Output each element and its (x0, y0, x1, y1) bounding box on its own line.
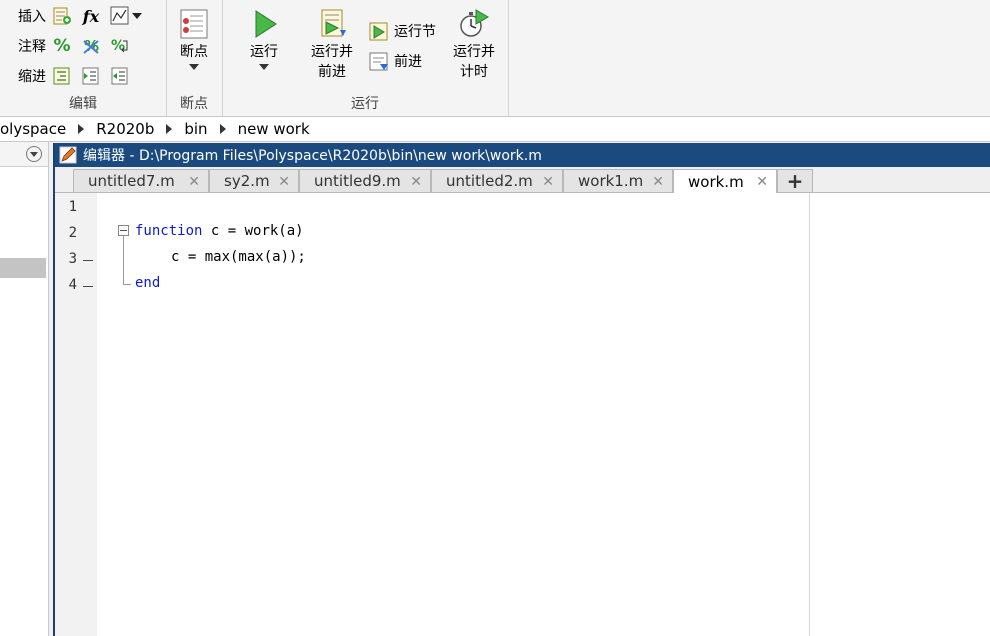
indent-button[interactable]: 缩进 (18, 66, 52, 86)
tab-label: work1.m (578, 172, 644, 190)
toolstrip-ribbon: 插入 fx 注释 % % % 缩进 (0, 0, 990, 117)
run-dropdown-icon[interactable] (259, 64, 269, 70)
tab-label: untitled2.m (446, 172, 533, 190)
wrap-comments-icon[interactable]: % (110, 36, 130, 56)
current-folder-panel (0, 142, 49, 636)
line-number[interactable]: 3 (55, 251, 77, 267)
tab-label: work.m (688, 172, 744, 191)
run-group: 运行 运行并 前进 运行节 前进 运行并 计时 运行 (222, 0, 509, 116)
breadcrumb-segment-r2020b[interactable]: R2020b (96, 120, 154, 138)
breadcrumb-segment-bin[interactable]: bin (184, 120, 207, 138)
editor-tab-bar: untitled7.m ✕ sy2.m ✕ untitled9.m ✕ unti… (55, 167, 990, 193)
advance-label: 前进 (394, 54, 422, 70)
insert-row: 插入 fx (18, 3, 142, 29)
tab-sy2[interactable]: sy2.m ✕ (209, 169, 299, 192)
keyword-function: function (135, 223, 203, 239)
line-number-gutter: 1 2 3 4 (55, 193, 97, 636)
editor-title: 编辑器 - D:\Program Files\Polyspace\R2020b\… (83, 148, 542, 164)
line-number[interactable]: 1 (55, 199, 77, 215)
comment-row: 注释 % % % (18, 33, 139, 59)
run-play-icon (255, 10, 277, 38)
close-tab-icon[interactable]: ✕ (410, 174, 422, 190)
comment-button[interactable]: 注释 (18, 36, 52, 56)
advance-button[interactable]: 前进 (368, 50, 422, 72)
advance-icon (369, 52, 388, 71)
uncomment-icon[interactable]: % (81, 36, 101, 56)
close-tab-icon[interactable]: ✕ (542, 174, 554, 190)
increase-indent-icon[interactable] (81, 66, 101, 86)
run-and-advance-button[interactable]: 运行并 前进 (306, 8, 358, 82)
tab-label: untitled9.m (314, 172, 401, 190)
breadcrumb-separator-icon[interactable] (166, 124, 173, 134)
tab-work-active[interactable]: work.m ✕ (673, 169, 777, 193)
tab-label: sy2.m (224, 172, 270, 190)
breadcrumb-separator-icon[interactable] (78, 124, 85, 134)
insert-button[interactable]: 插入 (18, 6, 52, 26)
tab-label: untitled7.m (88, 172, 175, 190)
breadcrumb-segment-new-work[interactable]: new work (238, 120, 310, 138)
tab-untitled9[interactable]: untitled9.m ✕ (299, 169, 431, 192)
fold-guide-end (123, 284, 131, 285)
edit-group-label: 编辑 (69, 96, 97, 112)
run-button[interactable]: 运行 (242, 8, 286, 70)
close-tab-icon[interactable]: ✕ (652, 174, 664, 190)
code-line-4[interactable]: end (135, 275, 160, 291)
run-label: 运行 (250, 44, 278, 60)
breadcrumb-separator-icon[interactable] (219, 124, 226, 134)
editor-window: 编辑器 - D:\Program Files\Polyspace\R2020b\… (53, 143, 990, 636)
breakpoint-marker[interactable] (83, 286, 93, 287)
smart-indent-icon[interactable] (52, 66, 72, 86)
tab-work1[interactable]: work1.m ✕ (563, 169, 673, 192)
insert-dropdown-arrow-icon[interactable] (132, 13, 142, 19)
run-and-advance-label-2: 前进 (318, 64, 346, 80)
current-folder-breadcrumb: olyspace R2020b bin new work (0, 117, 990, 142)
comment-percent-icon[interactable]: % (52, 36, 72, 56)
breakpoint-marker[interactable] (83, 260, 93, 261)
run-section-label: 运行节 (394, 24, 436, 40)
run-and-advance-label-1: 运行并 (311, 44, 353, 60)
line-number[interactable]: 2 (55, 225, 77, 241)
breakpoint-group: 断点 断点 (166, 0, 223, 116)
fold-guide-line (123, 235, 124, 285)
breadcrumb-segment-polyspace[interactable]: olyspace (0, 120, 66, 138)
right-margin-guide (809, 193, 810, 636)
run-group-label: 运行 (351, 96, 379, 112)
breakpoint-group-label: 断点 (180, 96, 208, 112)
close-tab-icon[interactable]: ✕ (278, 174, 290, 190)
editor-title-bar: 编辑器 - D:\Program Files\Polyspace\R2020b\… (55, 143, 990, 167)
selected-file-row[interactable] (0, 258, 46, 278)
run-section-button[interactable]: 运行节 (368, 20, 436, 42)
breakpoint-label: 断点 (180, 44, 208, 60)
insert-function-menu-icon[interactable] (110, 6, 130, 26)
code-line-3[interactable]: c = max(max(a)); (171, 249, 306, 265)
panel-header (0, 142, 48, 167)
decrease-indent-icon[interactable] (110, 66, 130, 86)
line-number[interactable]: 4 (55, 277, 77, 293)
run-and-time-button[interactable]: 运行并 计时 (448, 8, 500, 82)
close-tab-icon[interactable]: ✕ (188, 174, 200, 190)
edit-group: 插入 fx 注释 % % % 缩进 (0, 0, 167, 116)
indent-row: 缩进 (18, 63, 139, 89)
editor-pencil-icon (59, 146, 77, 164)
keyword-end: end (135, 275, 161, 291)
code-text: c = work(a) (202, 223, 304, 239)
breakpoint-dropdown-icon[interactable] (189, 64, 199, 70)
tab-untitled7[interactable]: untitled7.m ✕ (73, 169, 209, 192)
breakpoint-icon (180, 9, 208, 39)
breakpoint-button[interactable]: 断点 (172, 8, 216, 70)
run-and-advance-icon (321, 9, 346, 37)
panel-actions-dropdown-icon[interactable] (26, 146, 42, 162)
run-and-time-label-1: 运行并 (453, 44, 495, 60)
code-line-2[interactable]: function c = work(a) (135, 223, 304, 239)
run-section-icon (369, 22, 388, 41)
insert-section-icon[interactable] (52, 6, 72, 26)
fx-function-icon[interactable]: fx (81, 6, 101, 26)
run-and-time-label-2: 计时 (460, 64, 488, 80)
close-tab-icon[interactable]: ✕ (756, 174, 768, 190)
tab-untitled2[interactable]: untitled2.m ✕ (431, 169, 563, 192)
run-and-time-icon (460, 9, 489, 37)
new-tab-button[interactable]: + (777, 169, 813, 193)
